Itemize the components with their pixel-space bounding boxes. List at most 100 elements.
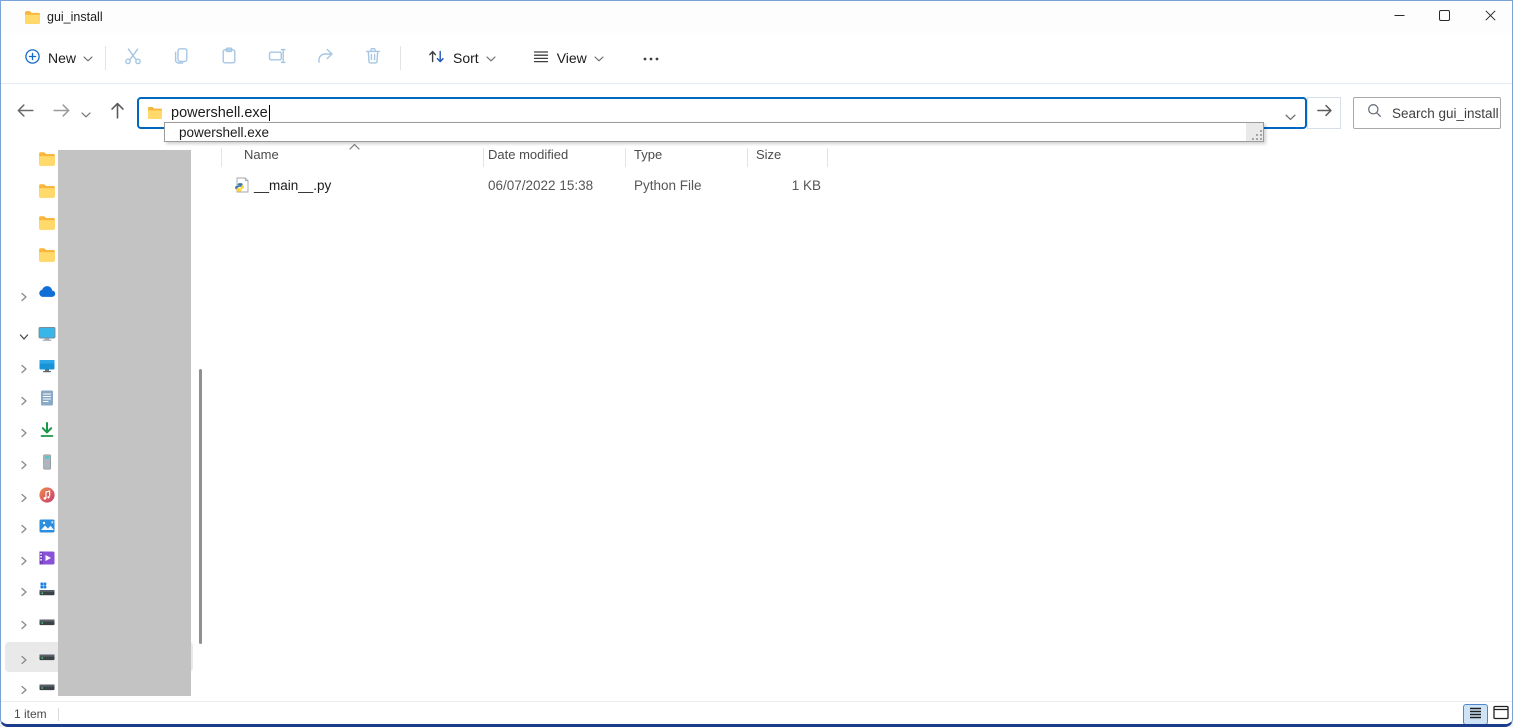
drive-icon [38,613,56,631]
device-icon [38,453,56,471]
documents-icon [38,389,56,407]
file-row[interactable]: __main__.py 06/07/2022 15:38 Python File… [211,172,831,198]
chevron-right-icon[interactable] [19,393,29,403]
statusbar: 1 item [1,701,1512,724]
details-view-icon [1469,706,1482,724]
folder-icon [24,9,41,26]
copy-button[interactable] [157,40,205,76]
column-header-type[interactable]: Type [634,147,662,162]
new-button-label: New [48,50,76,66]
address-dropdown-chevron[interactable] [1285,109,1296,127]
music-icon [38,486,56,504]
item-count: 1 item [14,707,47,721]
chevron-right-icon[interactable] [19,289,29,299]
column-separator [827,148,828,167]
rename-icon [267,46,287,71]
column-header-size[interactable]: Size [756,147,781,162]
search-box[interactable] [1353,97,1501,129]
scissors-icon [123,46,143,71]
file-date-modified: 06/07/2022 15:38 [488,178,593,193]
maximize-icon [1439,8,1450,26]
chevron-right-icon[interactable] [19,425,29,435]
redacted-sidebar-labels-overlay [58,150,191,696]
delete-button[interactable] [349,40,397,76]
search-input[interactable] [1392,106,1504,121]
file-type: Python File [634,178,702,193]
command-bar: New Sort View [1,33,1512,84]
search-icon [1367,103,1382,123]
python-file-icon [234,177,250,193]
recent-locations-button[interactable] [75,101,97,129]
toolbar-separator [400,46,401,70]
chevron-right-icon[interactable] [19,584,29,594]
chevron-right-icon[interactable] [19,682,29,692]
titlebar: gui_install [1,1,1512,33]
close-button[interactable] [1467,1,1513,33]
column-separator [747,148,748,167]
chevron-right-icon[interactable] [19,652,29,662]
file-explorer-window: gui_install New [0,0,1513,727]
view-button[interactable]: View [523,40,613,76]
cut-button[interactable] [109,40,157,76]
rename-button[interactable] [253,40,301,76]
desktop-icon [38,357,56,375]
go-to-button[interactable] [1307,97,1341,129]
column-header-name[interactable]: Name [244,147,279,162]
drive-icon [38,648,56,666]
chevron-right-icon[interactable] [19,361,29,371]
chevron-down-icon [594,50,604,66]
minimize-button[interactable] [1376,1,1422,33]
share-icon [315,46,335,71]
folder-icon [38,182,56,200]
minimize-icon [1394,8,1405,26]
details-view-toggle[interactable] [1463,704,1488,725]
sidebar-scrollbar[interactable] [199,369,202,644]
folder-icon [38,214,56,232]
window-title: gui_install [47,10,103,24]
resize-grip[interactable] [1246,123,1263,141]
sort-arrows-icon [427,47,446,69]
statusbar-separator [58,708,59,721]
videos-icon [38,549,56,567]
chevron-right-icon[interactable] [19,553,29,563]
pictures-icon [38,517,56,535]
back-button[interactable] [11,99,39,127]
column-separator [483,148,484,167]
folder-icon [147,105,163,121]
column-header-date-modified[interactable]: Date modified [488,147,568,162]
trash-icon [363,46,383,71]
ellipsis-icon [642,49,660,67]
chevron-down-icon[interactable] [19,329,29,339]
more-options-button[interactable] [627,40,675,76]
copy-icon [171,46,191,71]
arrow-right-icon [1315,101,1334,125]
drive-icon [38,678,56,696]
folder-icon [38,150,56,168]
column-separator [625,148,626,167]
new-button[interactable]: New [15,40,102,76]
chevron-right-icon[interactable] [19,617,29,627]
column-separator [221,148,222,167]
chevron-right-icon[interactable] [19,490,29,500]
arrow-right-icon [51,100,72,126]
view-button-label: View [557,50,587,66]
sort-button-label: Sort [453,50,479,66]
paste-button[interactable] [205,40,253,76]
maximize-button[interactable] [1421,1,1467,33]
onedrive-cloud-icon [38,285,56,303]
file-size: 1 KB [756,178,821,193]
address-input-text: powershell.exe [171,105,268,121]
suggestion-item[interactable]: powershell.exe [179,125,269,140]
windows-drive-icon [38,580,56,598]
downloads-icon [38,421,56,439]
up-button[interactable] [103,99,131,127]
chevron-right-icon[interactable] [19,521,29,531]
share-button[interactable] [301,40,349,76]
chevron-right-icon[interactable] [19,457,29,467]
large-icons-view-toggle[interactable] [1490,705,1511,724]
plus-circle-icon [24,48,41,68]
sort-button[interactable]: Sort [418,40,505,76]
large-icons-view-icon [1493,705,1509,725]
forward-button[interactable] [47,99,75,127]
chevron-down-icon [83,50,93,66]
